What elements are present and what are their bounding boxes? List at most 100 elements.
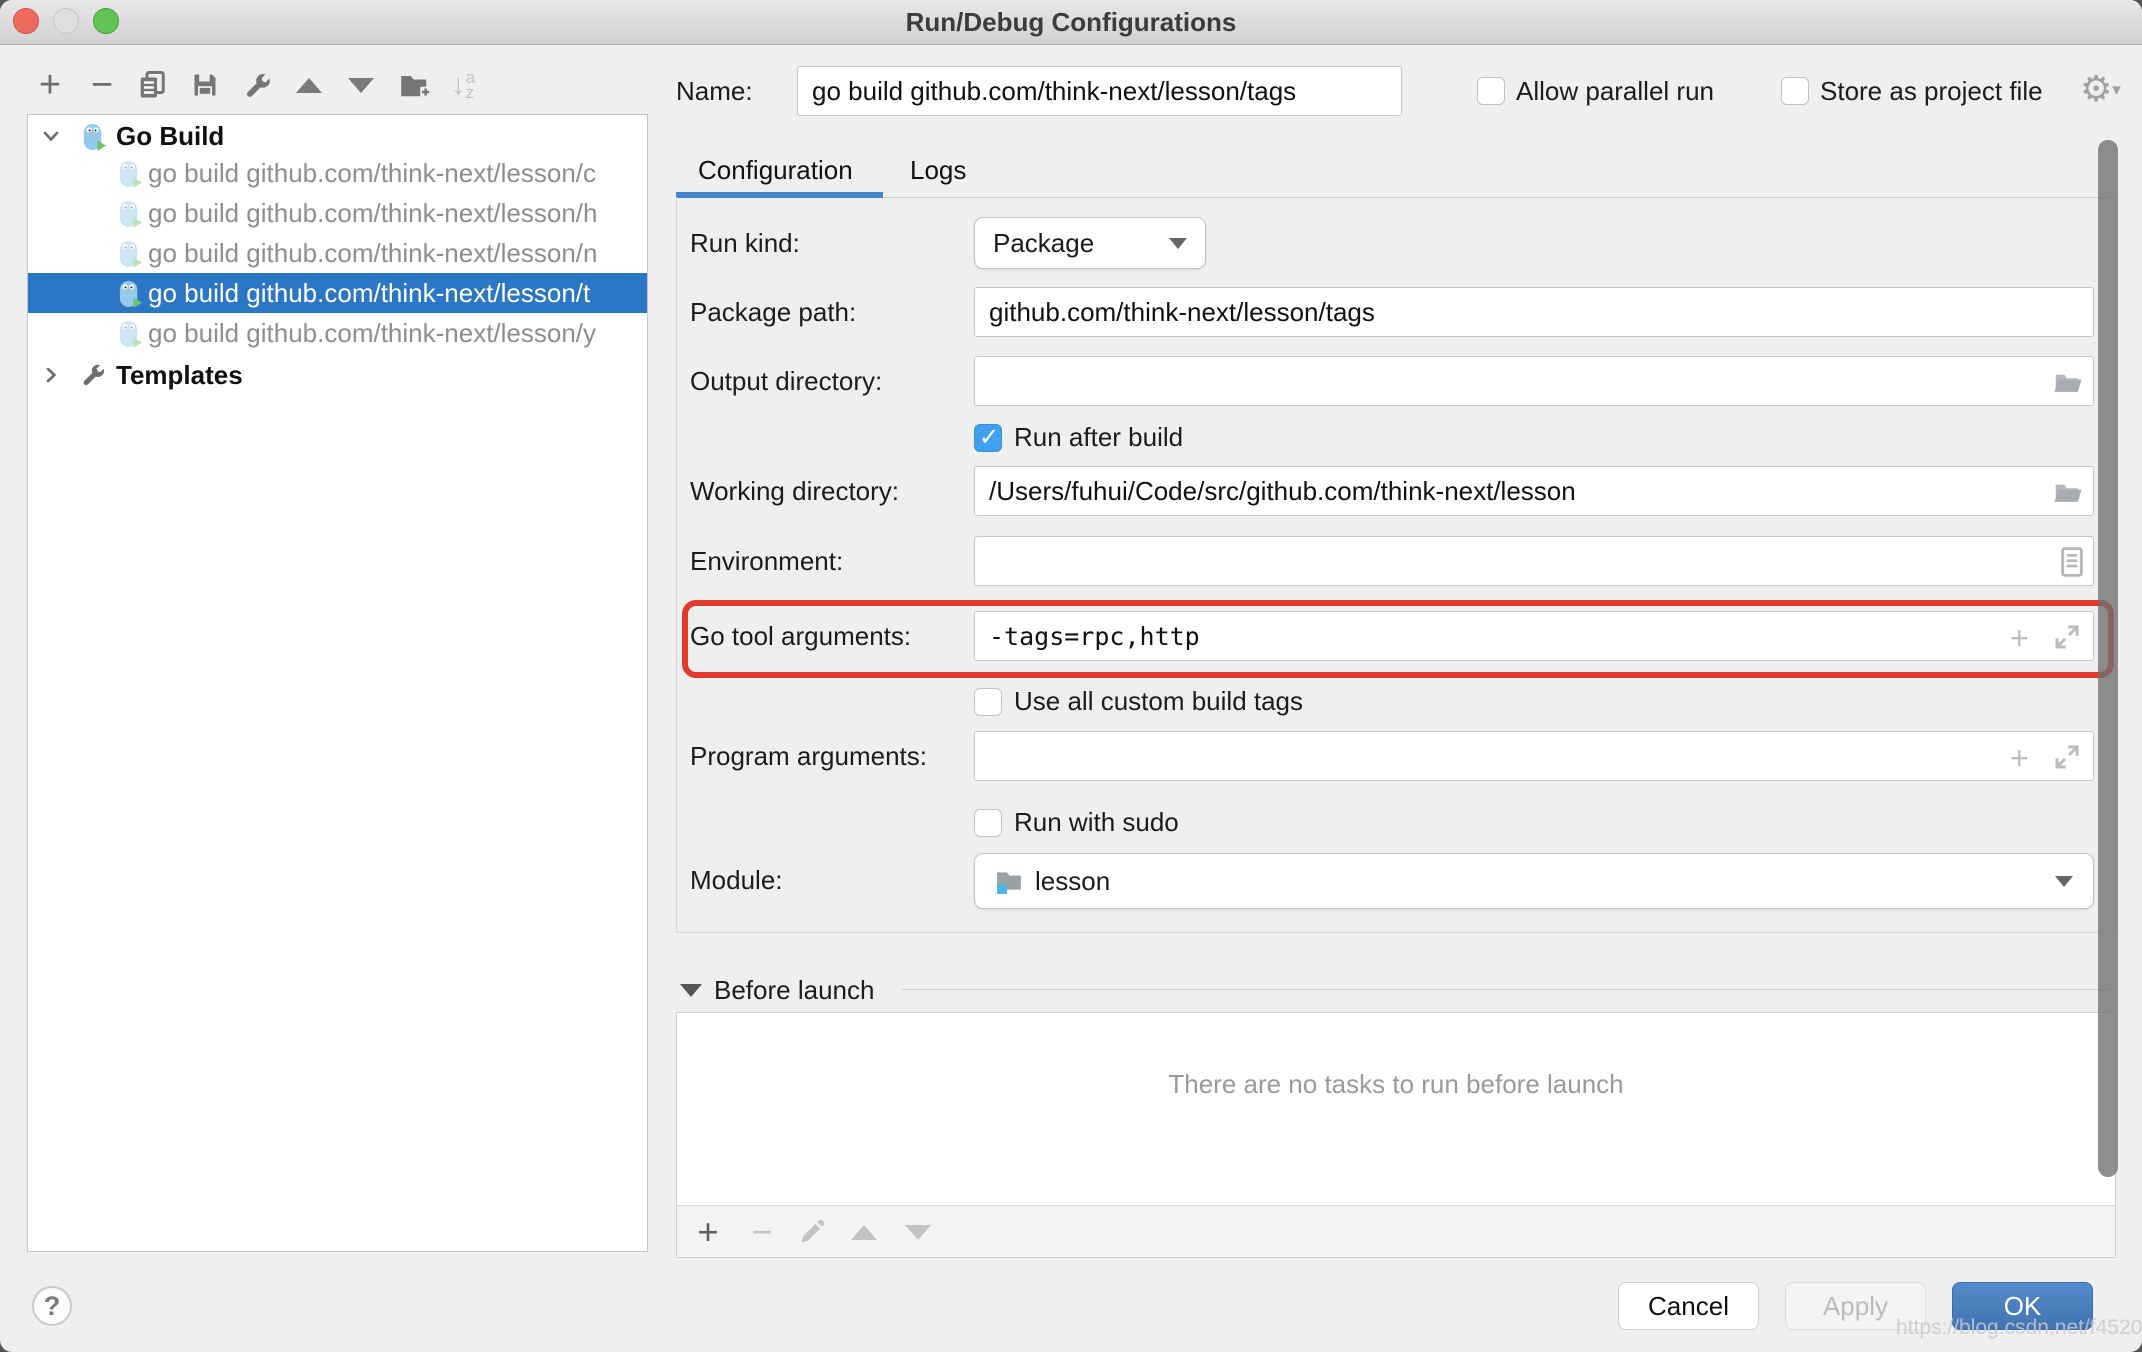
- tree-item-lesson-t-selected[interactable]: go build github.com/think-next/lesson/t: [28, 273, 647, 313]
- tree-item-label: Go Build: [116, 121, 224, 152]
- dropdown-arrow-icon: [2055, 876, 2073, 887]
- remove-task-button[interactable]: −: [741, 1211, 783, 1253]
- package-path-input[interactable]: [974, 287, 2094, 337]
- minus-icon: −: [751, 1211, 772, 1253]
- add-folder-icon: [400, 71, 431, 100]
- browse-folder-icon[interactable]: [2052, 366, 2084, 398]
- add-argument-icon[interactable]: +: [2010, 742, 2029, 774]
- help-button[interactable]: ?: [32, 1286, 72, 1326]
- create-new-folder-button[interactable]: [394, 64, 436, 106]
- wrench-icon: [80, 362, 106, 388]
- add-task-button[interactable]: +: [687, 1211, 729, 1253]
- run-with-sudo-label: Run with sudo: [1014, 797, 1179, 847]
- pencil-icon: [798, 1218, 826, 1246]
- window-title: Run/Debug Configurations: [0, 0, 2142, 45]
- program-arguments-input[interactable]: [974, 731, 2094, 781]
- environment-input[interactable]: [974, 536, 2094, 586]
- go-gopher-icon: [116, 199, 143, 228]
- csdn-watermark: https://blog.csdn.net/f4520107395: [1896, 1316, 2142, 1340]
- cancel-button[interactable]: Cancel: [1618, 1282, 1759, 1330]
- save-configuration-button[interactable]: [184, 64, 226, 106]
- store-as-project-file-checkbox[interactable]: [1781, 77, 1809, 105]
- tab-logs[interactable]: Logs: [910, 150, 966, 190]
- copy-configuration-button[interactable]: [131, 64, 173, 106]
- tree-item-lesson-h[interactable]: go build github.com/think-next/lesson/h: [28, 193, 647, 233]
- down-triangle-icon: [348, 78, 374, 93]
- name-label: Name:: [676, 66, 753, 116]
- run-after-build-label: Run after build: [1014, 412, 1183, 462]
- tree-item-label: go build github.com/think-next/lesson/y: [148, 318, 596, 349]
- title-bar: Run/Debug Configurations: [0, 0, 2142, 45]
- store-as-project-file-label: Store as project file: [1820, 66, 2043, 116]
- save-icon: [191, 71, 219, 99]
- tree-item-label: go build github.com/think-next/lesson/h: [148, 198, 598, 229]
- add-argument-icon[interactable]: +: [2010, 622, 2029, 654]
- tree-item-label: Templates: [116, 360, 243, 391]
- go-gopher-icon: [116, 319, 143, 348]
- move-task-up-button[interactable]: [843, 1211, 885, 1253]
- add-configuration-button[interactable]: +: [29, 64, 71, 106]
- browse-folder-icon[interactable]: [2052, 476, 2084, 508]
- before-launch-panel: There are no tasks to run before launch …: [676, 1012, 2116, 1258]
- tree-item-label: go build github.com/think-next/lesson/n: [148, 238, 598, 269]
- tree-item-label: go build github.com/think-next/lesson/t: [148, 278, 590, 309]
- run-with-sudo-checkbox[interactable]: [974, 809, 1002, 837]
- configurations-tree: Go Build go build github.com/think-next/…: [27, 114, 648, 1252]
- go-tool-arguments-label: Go tool arguments:: [690, 611, 911, 661]
- go-gopher-icon: [80, 122, 107, 151]
- down-triangle-icon: [905, 1225, 931, 1240]
- use-all-custom-build-tags-label: Use all custom build tags: [1014, 676, 1303, 726]
- copy-icon: [137, 70, 167, 100]
- expand-field-icon[interactable]: [2052, 742, 2082, 772]
- tab-configuration[interactable]: Configuration: [698, 150, 853, 190]
- environment-label: Environment:: [690, 536, 843, 586]
- plus-icon: +: [697, 1211, 718, 1253]
- dropdown-arrow-icon: [1169, 238, 1187, 249]
- run-kind-value: Package: [993, 228, 1094, 259]
- allow-parallel-run-checkbox[interactable]: [1477, 77, 1505, 105]
- minus-icon: −: [91, 65, 113, 105]
- sort-alpha-letters: az: [466, 70, 475, 100]
- tree-item-templates[interactable]: Templates: [28, 356, 647, 394]
- vertical-scrollbar-thumb[interactable]: [2098, 140, 2118, 1177]
- package-path-label: Package path:: [690, 287, 856, 337]
- before-launch-title: Before launch: [714, 970, 874, 1010]
- run-kind-dropdown[interactable]: Package: [974, 217, 1206, 269]
- go-gopher-icon: [116, 279, 143, 308]
- move-up-button[interactable]: [288, 64, 330, 106]
- collapse-triangle-icon[interactable]: [680, 984, 702, 997]
- settings-gear-button[interactable]: ⚙▾: [2080, 68, 2121, 110]
- tree-item-go-build[interactable]: Go Build: [28, 118, 647, 154]
- tree-item-lesson-n[interactable]: go build github.com/think-next/lesson/n: [28, 233, 647, 273]
- section-separator-line: [902, 989, 2114, 990]
- run-after-build-checkbox[interactable]: [974, 424, 1002, 452]
- before-launch-toolbar: + −: [677, 1205, 2115, 1257]
- module-value: lesson: [1035, 866, 1110, 897]
- chevron-down-icon[interactable]: [40, 125, 62, 147]
- module-dropdown[interactable]: lesson: [974, 853, 2094, 909]
- remove-configuration-button[interactable]: −: [81, 64, 123, 106]
- move-down-button[interactable]: [340, 64, 382, 106]
- expand-field-icon[interactable]: [2052, 622, 2082, 652]
- move-task-down-button[interactable]: [897, 1211, 939, 1253]
- plus-icon: +: [39, 65, 61, 105]
- go-gopher-icon: [116, 159, 143, 188]
- working-directory-input[interactable]: [974, 466, 2094, 516]
- output-directory-input[interactable]: [974, 356, 2094, 406]
- edit-task-button[interactable]: [791, 1211, 833, 1253]
- module-label: Module:: [690, 855, 783, 905]
- edit-templates-button[interactable]: [236, 64, 278, 106]
- wrench-icon: [243, 71, 272, 100]
- sort-configurations-button[interactable]: ↓ az: [442, 64, 484, 106]
- run-debug-configurations-dialog: Run/Debug Configurations + − ↓ az Go Bui…: [0, 0, 2142, 1352]
- environment-variables-icon[interactable]: [2056, 546, 2088, 578]
- tree-item-lesson-y[interactable]: go build github.com/think-next/lesson/y: [28, 313, 647, 353]
- use-all-custom-build-tags-checkbox[interactable]: [974, 688, 1002, 716]
- sort-alpha-icon: ↓: [451, 68, 466, 102]
- go-tool-arguments-input[interactable]: [974, 611, 2094, 661]
- question-mark-icon: ?: [44, 1291, 61, 1322]
- name-input[interactable]: [797, 66, 1402, 116]
- program-arguments-label: Program arguments:: [690, 731, 927, 781]
- tree-item-lesson-c[interactable]: go build github.com/think-next/lesson/c: [28, 153, 647, 193]
- chevron-right-icon[interactable]: [40, 364, 62, 386]
